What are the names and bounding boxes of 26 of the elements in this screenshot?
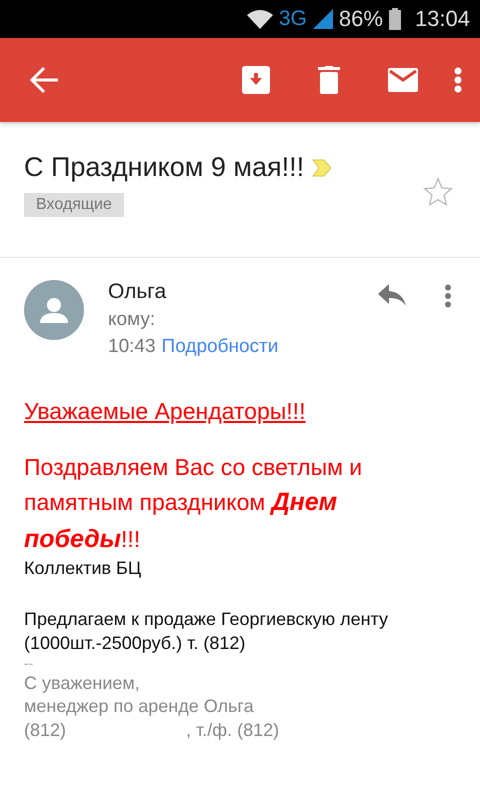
signature-separator: -- bbox=[24, 655, 34, 672]
battery-icon bbox=[388, 8, 401, 30]
message-time: 10:43 bbox=[108, 336, 156, 358]
sender-name: Ольга bbox=[108, 280, 168, 304]
greeting-text: Уважаемые Арендаторы!!! bbox=[24, 398, 306, 425]
network-type: 3G bbox=[278, 7, 307, 31]
signature-text: менеджер по аренде Ольга bbox=[24, 695, 254, 718]
wifi-icon bbox=[246, 9, 273, 29]
label-tag[interactable]: Входящие bbox=[24, 193, 124, 217]
details-link[interactable]: Подробности bbox=[162, 336, 278, 358]
more-icon bbox=[454, 67, 462, 93]
importance-marker-icon[interactable] bbox=[312, 158, 332, 176]
clock: 13:04 bbox=[414, 6, 470, 32]
star-icon[interactable] bbox=[422, 176, 454, 208]
battery-level: 86% bbox=[338, 6, 383, 32]
congratulation-text: Поздравляем Вас со светлым и памятным праздником Днем победы!!! bbox=[24, 453, 364, 555]
offer-text: (1000шт.-2500руб.) т. (812) bbox=[24, 632, 246, 655]
signal-icon bbox=[312, 9, 333, 29]
signature-text: (812) bbox=[24, 718, 66, 742]
offer-text: Предлагаем к продаже Георгиевскую ленту bbox=[24, 608, 390, 632]
recipient-label: кому: bbox=[108, 309, 156, 331]
signature-text: , т./ф. (812) bbox=[186, 718, 280, 742]
signature-text: С уважением, bbox=[24, 672, 140, 695]
email-subject: С Праздником 9 мая!!! bbox=[24, 152, 304, 183]
more-icon bbox=[444, 284, 452, 308]
signed-text: Коллектив БЦ bbox=[24, 556, 142, 580]
